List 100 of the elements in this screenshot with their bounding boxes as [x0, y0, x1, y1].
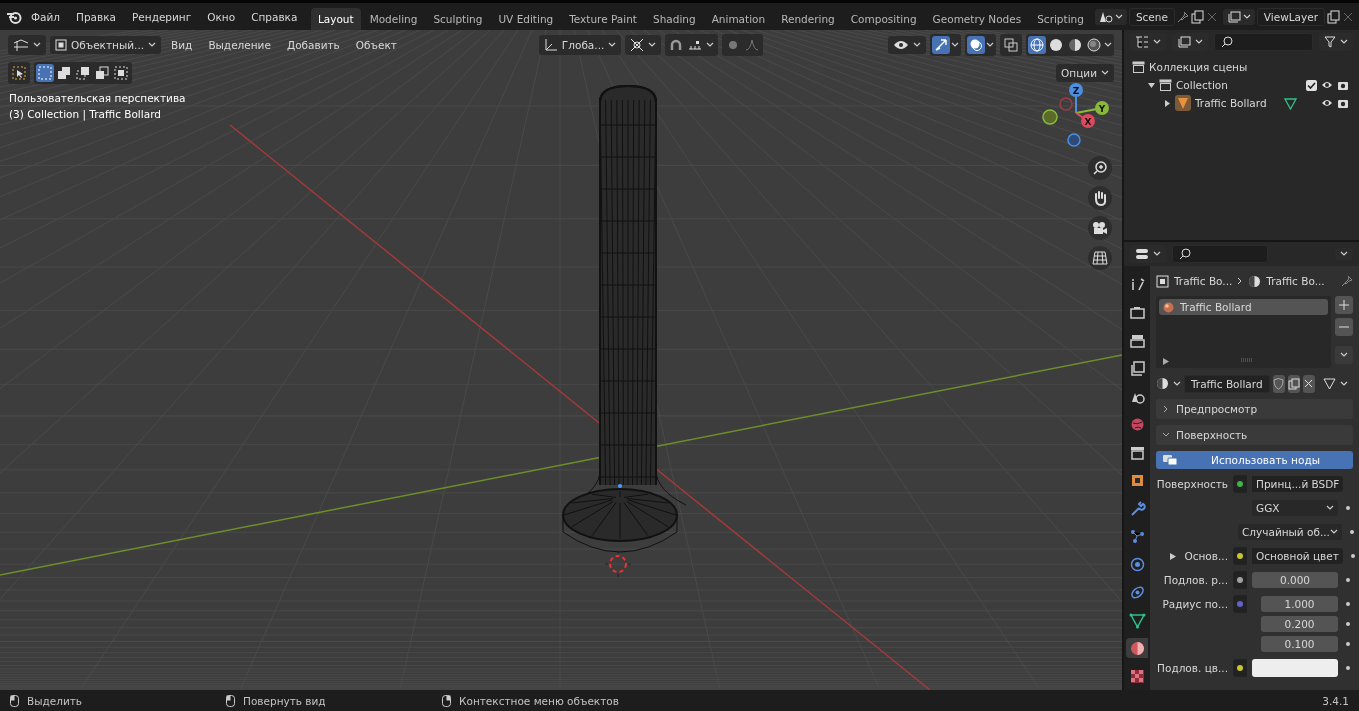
breadcrumb-item[interactable]: Traffic Bo...	[1266, 275, 1325, 287]
overlay-toggle-icon[interactable]	[967, 36, 985, 54]
workspace-tab[interactable]: Geometry Nodes	[925, 7, 1029, 30]
subtract-selection-icon[interactable]	[74, 64, 92, 82]
new-selection-icon[interactable]	[36, 64, 54, 82]
wireframe-sphere-icon[interactable]	[1028, 36, 1046, 54]
number-field[interactable]: 0.200	[1261, 616, 1338, 632]
socket-dot-icon[interactable]	[1237, 601, 1243, 607]
scene-field[interactable]: Scene	[1128, 7, 1175, 26]
gizmo-toggle-icon[interactable]	[932, 36, 950, 54]
workspace-tab[interactable]: Sculpting	[426, 7, 490, 30]
pin-icon[interactable]	[1176, 10, 1189, 23]
search-field[interactable]	[1172, 245, 1268, 263]
keyframe-dot-icon[interactable]	[1346, 602, 1350, 606]
slot-menu-button[interactable]	[1335, 346, 1353, 364]
add-slot-icon[interactable]	[1335, 296, 1353, 314]
menu-item[interactable]: Добавить	[280, 36, 346, 54]
panel-header[interactable]: Предпросмотр	[1156, 399, 1353, 419]
invert-selection-icon[interactable]	[93, 64, 111, 82]
eye-icon[interactable]	[1321, 80, 1333, 90]
search-field[interactable]	[1214, 33, 1313, 51]
menu-item[interactable]: Объект	[349, 36, 403, 54]
keyframe-dot-icon[interactable]	[1346, 578, 1350, 582]
color-swatch[interactable]	[1252, 659, 1338, 677]
workspace-tab[interactable]: Modeling	[362, 7, 425, 30]
expand-arrow-icon[interactable]	[1163, 358, 1169, 365]
breadcrumb-item[interactable]: Traffic Bo...	[1174, 275, 1233, 287]
shader-input-field[interactable]: Основной цвет	[1252, 548, 1343, 564]
mesh-triangle-icon[interactable]	[1284, 96, 1297, 110]
menu-item[interactable]: Правка	[69, 7, 123, 26]
orientation-dropdown[interactable]: Глоба...	[538, 35, 622, 55]
keyframe-dot-icon[interactable]	[1346, 666, 1350, 670]
workspace-tab[interactable]: Animation	[704, 7, 773, 30]
browse-material-dropdown[interactable]	[1156, 377, 1181, 390]
workspace-tab[interactable]: Compositing	[843, 7, 924, 30]
number-field[interactable]: 0.000	[1252, 572, 1338, 588]
shader-input-field[interactable]: Принц...й BSDF	[1252, 476, 1344, 492]
extend-selection-icon[interactable]	[55, 64, 73, 82]
material-preview-icon[interactable]	[1066, 36, 1084, 54]
menu-item[interactable]: Вид	[165, 36, 199, 54]
rendered-sphere-icon[interactable]	[1085, 36, 1103, 54]
editor-type-button[interactable]	[8, 35, 46, 55]
view-layer-type-button[interactable]	[1222, 8, 1255, 25]
copy-icon[interactable]	[1190, 9, 1205, 24]
number-field[interactable]: 0.100	[1261, 636, 1338, 652]
dropdown[interactable]: Случайный об...	[1238, 524, 1342, 540]
eye-icon[interactable]	[1321, 98, 1333, 108]
blender-logo-icon[interactable]	[6, 9, 22, 24]
tree-item[interactable]: Коллекция сцены	[1149, 61, 1248, 73]
axis-gizmo-drawing[interactable]: Z Y X	[1040, 80, 1112, 150]
workspace-tab[interactable]: UV Editing	[491, 7, 561, 30]
pin-icon[interactable]	[1341, 275, 1353, 287]
workspace-tab[interactable]: Texture Paint	[562, 7, 644, 30]
xray-toggle-icon[interactable]	[1002, 36, 1020, 54]
number-field[interactable]: 1.000	[1261, 596, 1338, 612]
3d-cursor-icon[interactable]	[604, 550, 632, 578]
workspace-tab[interactable]: Layout	[310, 7, 361, 30]
mode-dropdown[interactable]: Объектный...	[50, 36, 162, 54]
pivot-dropdown[interactable]	[625, 35, 662, 55]
shield-icon[interactable]	[1272, 374, 1285, 393]
camera-icon[interactable]	[1337, 80, 1349, 90]
menu-item[interactable]: Окно	[200, 7, 243, 26]
copy-icon[interactable]	[1287, 374, 1300, 393]
socket-dot-icon[interactable]	[1237, 481, 1243, 487]
keyframe-dot-icon[interactable]	[1346, 506, 1350, 510]
collapsed-arrow-icon[interactable]	[1164, 99, 1171, 107]
keyframe-dot-icon[interactable]	[1346, 642, 1350, 646]
socket-dot-icon[interactable]	[1237, 553, 1243, 559]
keyframe-dot-icon[interactable]	[1350, 554, 1355, 558]
visibility-dropdown[interactable]	[888, 36, 926, 54]
remove-slot-icon[interactable]	[1335, 318, 1353, 336]
expand-arrow-icon[interactable]	[1170, 553, 1177, 560]
checkbox[interactable]	[1306, 79, 1317, 91]
camera-icon[interactable]	[1337, 98, 1349, 108]
panel-header[interactable]: Поверхность	[1156, 425, 1353, 445]
copy-icon[interactable]	[1327, 9, 1341, 24]
select-cursor-icon[interactable]	[10, 64, 28, 82]
workspace-tab[interactable]: Rendering	[774, 7, 842, 30]
socket-dot-icon[interactable]	[1237, 577, 1243, 583]
keyframe-dot-icon[interactable]	[1346, 622, 1350, 626]
scene-type-button[interactable]	[1094, 8, 1127, 25]
menu-item[interactable]: Выделение	[202, 36, 277, 54]
resize-grip-icon[interactable]	[1240, 358, 1253, 362]
material-name-field[interactable]: Traffic Bollard	[1184, 374, 1270, 393]
menu-item[interactable]: Рендеринг	[125, 7, 199, 26]
close-icon[interactable]	[1302, 374, 1315, 393]
use-nodes-button[interactable]: Использовать ноды	[1156, 451, 1353, 469]
workspace-tab[interactable]: Shading	[645, 7, 703, 30]
tree-item[interactable]: Collection	[1176, 79, 1228, 91]
menu-item[interactable]: Файл	[24, 7, 67, 26]
expanded-arrow-icon[interactable]	[1148, 81, 1155, 89]
socket-dot-icon[interactable]	[1237, 665, 1243, 671]
menu-item[interactable]: Справка	[244, 7, 305, 26]
keyframe-dot-icon[interactable]	[1349, 530, 1354, 534]
solid-sphere-icon[interactable]	[1047, 36, 1065, 54]
properties-tab[interactable]	[1126, 638, 1148, 658]
tree-item[interactable]: Traffic Bollard	[1195, 97, 1267, 109]
workspace-tab[interactable]: Scripting	[1030, 7, 1091, 30]
intersect-selection-icon[interactable]	[112, 64, 130, 82]
dropdown[interactable]: GGX	[1252, 500, 1338, 516]
